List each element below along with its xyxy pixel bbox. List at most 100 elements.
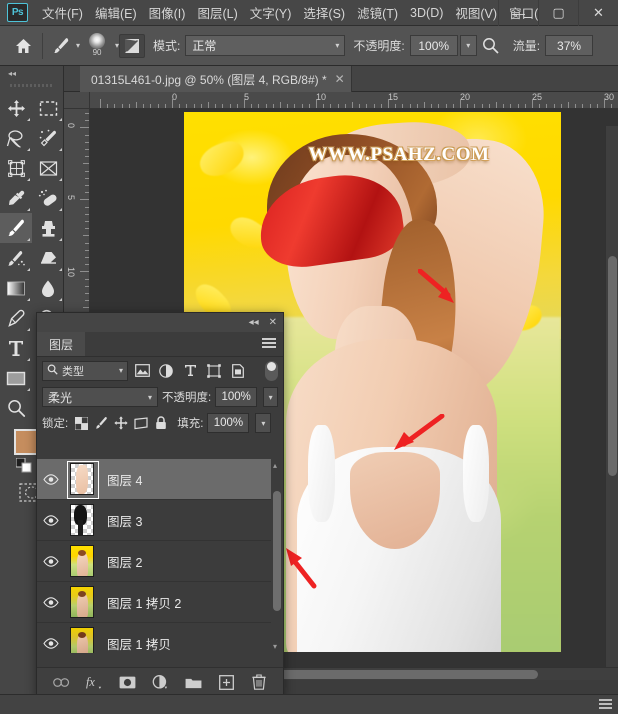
table-row[interactable]: 图层 3 [37,500,283,541]
horizontal-type-tool[interactable] [0,333,32,363]
lock-artboard-icon[interactable] [134,416,148,430]
opacity-chevron-icon[interactable]: ▾ [459,35,477,56]
blend-mode-select[interactable]: 正常 ▾ [185,35,346,56]
home-icon[interactable] [8,31,38,61]
scrollbar-thumb[interactable] [608,256,617,476]
filter-smartobject-icon[interactable] [228,361,248,381]
brush-tool[interactable] [0,213,32,243]
filter-adjustment-icon[interactable] [156,361,176,381]
layer-visibility-toggle[interactable] [37,596,65,608]
pen-tool[interactable] [0,303,32,333]
filter-shape-icon[interactable] [204,361,224,381]
maximize-button[interactable]: ▢ [538,0,578,26]
menu-filter[interactable]: 滤镜(T) [351,0,404,25]
layer-thumbnail[interactable] [65,503,99,537]
layer-blend-mode-select[interactable]: 柔光 ▾ [42,387,159,407]
tab-layers[interactable]: 图层 [37,332,86,356]
lock-transparent-pixels-icon[interactable] [74,416,88,430]
layer-thumbnail[interactable] [65,626,99,653]
layer-name[interactable]: 图层 3 [107,511,142,530]
fill-chevron-icon[interactable]: ▾ [255,413,272,433]
layer-name[interactable]: 图层 1 拷贝 [107,634,171,653]
menu-select[interactable]: 选择(S) [297,0,351,25]
crop-tool[interactable] [0,153,32,183]
chevron-down-icon[interactable]: ▾ [273,642,277,651]
gradient-tool[interactable] [0,273,32,303]
airbrush-toggle-icon[interactable] [119,33,146,58]
minimize-button[interactable]: — [498,0,538,26]
layer-thumbnail[interactable] [65,461,99,499]
close-icon[interactable]: ✕ [269,317,277,328]
layer-visibility-toggle[interactable] [37,514,65,526]
collapse-left-icon[interactable]: ◂◂ [0,66,63,81]
pressure-opacity-icon[interactable] [477,37,505,54]
move-tool[interactable] [0,93,32,123]
document-tab[interactable]: 01315L461-0.jpg @ 50% (图层 4, RGB/8#) * ✕ [80,66,352,92]
opacity-chevron-icon[interactable]: ▾ [263,387,278,407]
canvas-vertical-scrollbar[interactable] [605,126,618,680]
default-colors-icon[interactable] [15,457,32,473]
layer-opacity-input[interactable]: 100% [215,387,258,407]
panel-grip[interactable] [10,81,53,90]
filter-enable-toggle[interactable] [265,360,278,381]
adjustment-circle-icon[interactable] [152,674,169,691]
collapse-icon[interactable]: ◂◂ [249,317,259,328]
layer-visibility-toggle[interactable] [37,637,65,649]
layer-name[interactable]: 图层 4 [107,470,142,489]
trash-icon[interactable] [251,674,268,691]
slice-tool[interactable] [32,153,64,183]
history-brush-tool[interactable] [0,243,32,273]
table-row[interactable]: 图层 2 [37,541,283,582]
layer-thumbnail[interactable] [65,585,99,619]
horizontal-ruler[interactable]: 0 5 10 15 20 25 30 [90,92,618,109]
filter-type-icon[interactable] [180,361,200,381]
layers-panel-titlebar[interactable]: ◂◂ ✕ [37,313,283,332]
menu-file[interactable]: 文件(F) [36,0,89,25]
close-icon[interactable]: ✕ [335,72,345,86]
resize-grip-icon[interactable] [599,699,612,710]
layer-thumbnail[interactable] [65,544,99,578]
lasso-tool[interactable] [0,123,32,153]
menu-image[interactable]: 图像(I) [143,0,192,25]
fx-icon[interactable]: fx [86,674,103,691]
brush-size-preview[interactable]: 90 [80,29,114,63]
quick-selection-tool[interactable] [32,123,64,153]
table-row[interactable]: 图层 1 拷贝 2 [37,582,283,623]
panel-menu-icon[interactable] [262,338,276,350]
layer-visibility-toggle[interactable] [37,555,65,567]
menu-layer[interactable]: 图层(L) [191,0,243,25]
filter-type-select[interactable]: 类型 ▾ [42,360,128,381]
layers-scrollbar[interactable]: ▴ ▾ [271,459,283,653]
zoom-tool[interactable] [0,393,32,423]
filter-pixel-icon[interactable] [132,361,152,381]
layer-name[interactable]: 图层 1 拷贝 2 [107,593,181,612]
lock-image-pixels-icon[interactable] [94,416,108,430]
link-icon[interactable] [52,674,70,691]
layer-visibility-toggle[interactable] [37,473,65,485]
brush-icon[interactable] [47,32,75,60]
eraser-tool[interactable] [32,243,64,273]
opacity-input[interactable]: 100% [409,35,458,56]
chevron-up-icon[interactable]: ▴ [273,461,277,470]
lock-all-icon[interactable] [154,416,168,430]
spot-healing-brush-tool[interactable] [32,183,64,213]
table-row[interactable]: 图层 4 [37,459,283,500]
scrollbar-thumb[interactable] [273,491,281,611]
clone-stamp-tool[interactable] [32,213,64,243]
menu-view[interactable]: 视图(V) [449,0,503,25]
menu-edit[interactable]: 编辑(E) [89,0,143,25]
layer-name[interactable]: 图层 2 [107,552,142,571]
layer-fill-input[interactable]: 100% [207,413,250,433]
rectangle-tool[interactable] [0,363,32,393]
blur-tool[interactable] [32,273,64,303]
rectangular-marquee-tool[interactable] [32,93,64,123]
menu-3d[interactable]: 3D(D) [404,3,449,23]
close-button[interactable]: ✕ [578,0,618,26]
menu-type[interactable]: 文字(Y) [244,0,298,25]
eyedropper-tool[interactable] [0,183,32,213]
layer-list[interactable]: 图层 4 图层 3 图层 2 图层 1 拷贝 2 图层 1 拷贝 [37,459,283,653]
lock-position-icon[interactable] [114,416,128,430]
new-layer-icon[interactable] [218,674,235,691]
flow-input[interactable]: 37% [545,35,594,56]
mask-icon[interactable] [119,674,136,691]
